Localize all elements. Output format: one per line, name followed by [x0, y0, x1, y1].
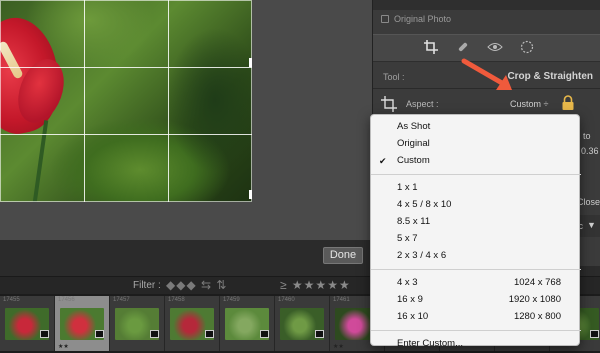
thumbnail-number: 17458	[168, 297, 185, 303]
aspect-menu-item-label: 5 x 7	[397, 233, 418, 244]
aspect-menu-item-label: 8.5 x 11	[397, 216, 431, 227]
original-photo-checkbox[interactable]	[381, 15, 389, 23]
photo-preview[interactable]	[0, 0, 252, 202]
aspect-menu-item[interactable]: 2 x 3 / 4 x 6	[371, 248, 581, 264]
aspect-menu-item-size: 1024 x 768	[513, 277, 561, 288]
aspect-menu-item-label: 16 x 10	[397, 311, 429, 322]
partial-label-to: to	[583, 131, 591, 141]
aspect-label: Aspect :	[406, 99, 439, 109]
menu-separator	[371, 330, 581, 331]
aspect-menu-item[interactable]: Original	[371, 136, 581, 152]
menu-separator	[371, 269, 581, 270]
thumbnail-rating: ★★	[333, 344, 344, 350]
aspect-menu-item[interactable]: ✔ Custom	[371, 153, 581, 169]
aspect-dropdown-menu[interactable]: As Shot Original ✔ Custom 1 x 1 4 x 5 / 8 x 1…	[370, 114, 581, 349]
original-photo-toggle[interactable]: Original Photo	[381, 14, 451, 24]
aspect-row: Aspect : Custom ÷	[373, 94, 600, 114]
photo-canvas[interactable]	[0, 0, 372, 240]
aspect-menu-item-size: 1280 x 800	[513, 311, 561, 322]
original-photo-label: Original Photo	[394, 14, 452, 24]
aspect-menu-item-size: 1920 x 1080	[508, 294, 561, 305]
histogram-info-strip	[373, 0, 600, 10]
filmstrip-thumbnail[interactable]: 17460	[275, 296, 330, 351]
aspect-menu-item[interactable]: Enter Custom...	[371, 336, 581, 352]
graduated-filter-icon[interactable]	[518, 40, 536, 58]
aspect-select[interactable]: Custom ÷	[510, 99, 548, 109]
done-button[interactable]: Done	[323, 247, 363, 264]
menu-separator	[371, 174, 581, 175]
lock-icon[interactable]	[561, 95, 575, 111]
crop-badge-icon	[260, 330, 269, 338]
aspect-menu-item[interactable]: 16 x 10 1280 x 800	[371, 309, 581, 325]
crop-badge-icon	[150, 330, 159, 338]
aspect-menu-item-label: 1 x 1	[397, 182, 418, 193]
aspect-menu-item[interactable]: 1 x 1	[371, 180, 581, 196]
checkmark-icon: ✔	[379, 156, 387, 166]
flag-filter-icons[interactable]: ◆◆◆ ⇆ ⇅	[166, 278, 227, 292]
aspect-menu-item-label: 4 x 5 / 8 x 10	[397, 199, 452, 210]
crop-frame[interactable]	[0, 0, 252, 202]
spot-removal-icon[interactable]	[454, 40, 472, 58]
filter-label: Filter :	[133, 280, 161, 291]
filmstrip-thumbnail[interactable]: 17457	[110, 296, 165, 351]
thumbnail-number: 17459	[223, 297, 240, 303]
filmstrip-thumbnail[interactable]: 17458	[165, 296, 220, 351]
crop-badge-icon	[315, 330, 324, 338]
thumbnail-number: 17457	[113, 297, 130, 303]
aspect-menu-item-label: As Shot	[397, 121, 431, 132]
crop-overlay-icon[interactable]	[422, 40, 440, 58]
aspect-menu-item[interactable]: 8.5 x 11	[371, 214, 581, 230]
thumbnail-rating: ★★	[58, 344, 69, 350]
filmstrip-thumbnail[interactable]: 17459	[220, 296, 275, 351]
aspect-menu-item-label: 4 x 3	[397, 277, 418, 288]
filmstrip-thumbnail[interactable]: 17455	[0, 296, 55, 351]
aspect-menu-item-label: Custom	[397, 155, 430, 166]
crop-handle-bottom-right[interactable]	[249, 190, 252, 199]
aspect-menu-item[interactable]: 4 x 5 / 8 x 10	[371, 197, 581, 213]
aspect-menu-item-label: 2 x 3 / 4 x 6	[397, 250, 447, 261]
thumbnail-number: 17461	[333, 297, 350, 303]
crop-tool-icon[interactable]	[381, 96, 397, 112]
thumbnail-number: 17460	[278, 297, 295, 303]
tool-label: Tool :	[383, 72, 405, 82]
annotation-arrow-icon	[461, 58, 512, 90]
thumbnail-number: 17455	[3, 297, 20, 303]
aspect-menu-item[interactable]: 16 x 9 1920 x 1080	[371, 292, 581, 308]
angle-value: 0.36	[581, 146, 599, 156]
crop-badge-icon	[590, 330, 599, 338]
crop-handle-right[interactable]	[249, 58, 252, 67]
crop-badge-icon	[40, 330, 49, 338]
rating-filter-stars[interactable]: ≥ ★★★★★	[280, 278, 351, 292]
aspect-menu-item[interactable]: 4 x 3 1024 x 768	[371, 275, 581, 291]
aspect-menu-item-label: Enter Custom...	[397, 338, 463, 349]
aspect-menu-item-label: 16 x 9	[397, 294, 423, 305]
thumbnail-number: 17456	[58, 297, 75, 303]
aspect-menu-item[interactable]: As Shot	[371, 119, 581, 135]
aspect-menu-item-label: Original	[397, 138, 430, 149]
panel-expand-icon[interactable]: ▼	[587, 220, 596, 230]
aspect-menu-item[interactable]: 5 x 7	[371, 231, 581, 247]
crop-badge-icon	[205, 330, 214, 338]
filmstrip-thumbnail[interactable]: 17456 ★★	[55, 296, 110, 351]
crop-badge-icon	[95, 330, 104, 338]
red-eye-icon[interactable]	[486, 40, 504, 58]
